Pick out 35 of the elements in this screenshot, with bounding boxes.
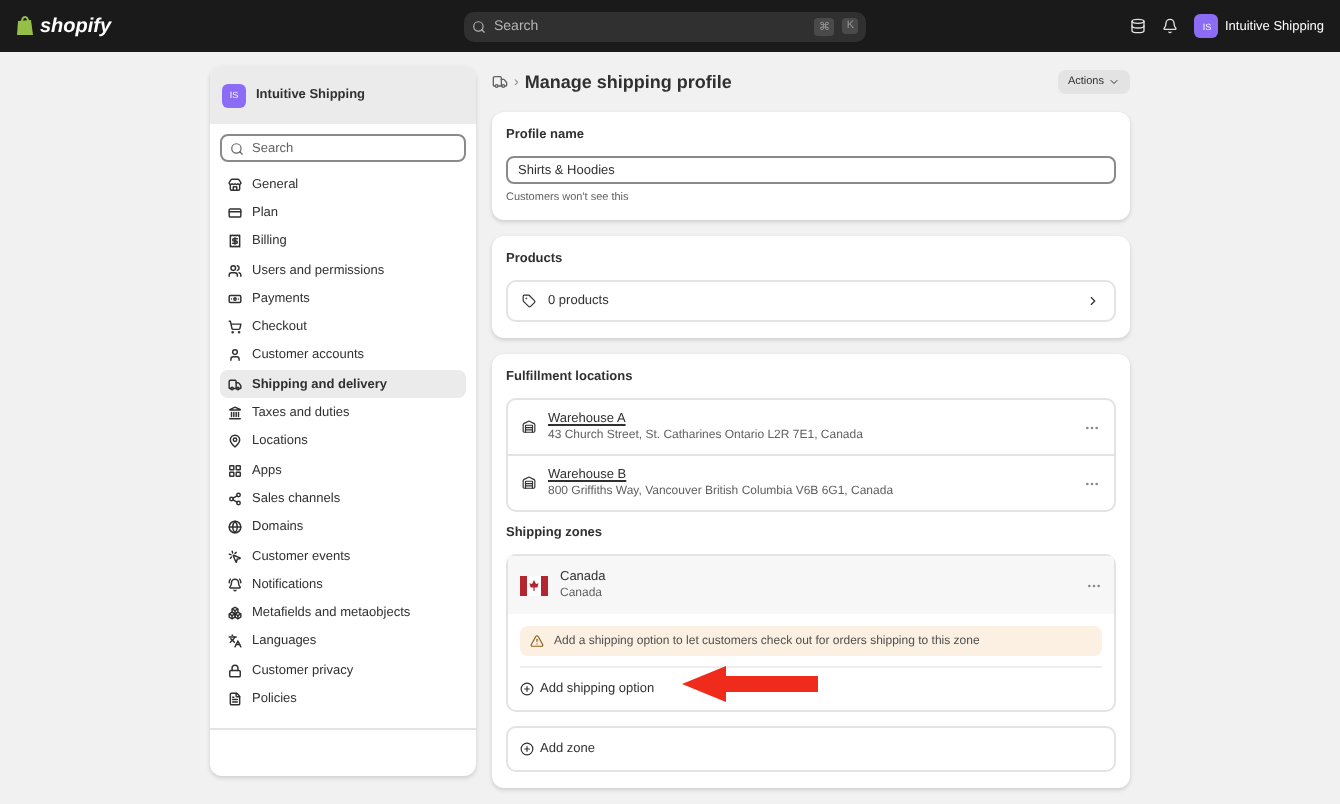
bag-logo-icon	[16, 16, 34, 36]
warning-icon	[530, 634, 544, 648]
banknote-icon	[228, 291, 242, 306]
search-icon	[230, 141, 244, 155]
flag-icon	[520, 575, 548, 595]
users-icon	[228, 263, 242, 278]
plus-icon	[520, 682, 534, 696]
store-icon	[228, 177, 242, 192]
pin-icon	[228, 434, 242, 449]
bell-icon	[228, 577, 242, 592]
annotation-arrow	[682, 666, 818, 702]
truck-icon[interactable]	[492, 74, 508, 90]
boxes-icon	[228, 606, 242, 621]
share-icon	[228, 491, 242, 506]
search-icon	[472, 19, 486, 33]
cart-icon	[228, 320, 242, 335]
building-icon	[228, 406, 242, 421]
caret-icon	[1108, 76, 1120, 88]
tag-icon	[522, 294, 536, 308]
database-icon[interactable]	[1130, 18, 1147, 34]
pointer-icon	[228, 549, 242, 563]
lock-icon	[228, 663, 242, 678]
page-title: Manage shipping profile	[524, 72, 732, 92]
grid-icon	[228, 463, 242, 478]
language-icon	[228, 634, 242, 649]
user-icon	[228, 348, 242, 363]
bell-icon[interactable]	[1162, 18, 1179, 34]
card-icon	[228, 205, 242, 220]
logo-text: shopify	[40, 15, 112, 37]
chevron-icon	[1086, 294, 1100, 308]
globe-icon	[228, 520, 242, 535]
document-icon	[228, 691, 242, 706]
receipt-icon	[228, 234, 242, 249]
plus-icon	[520, 742, 534, 756]
truck-icon	[228, 377, 242, 392]
